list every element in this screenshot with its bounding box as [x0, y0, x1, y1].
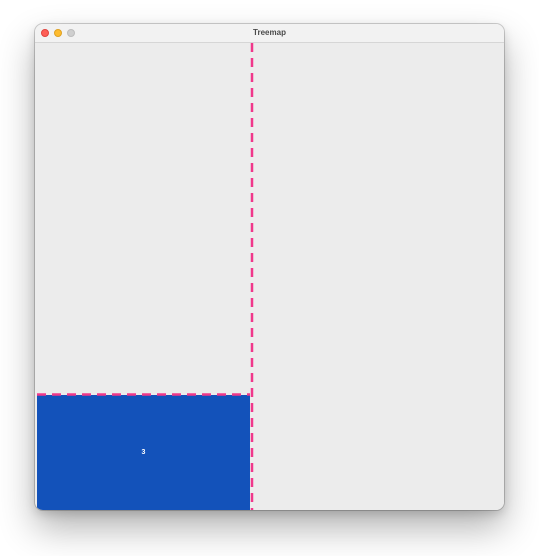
treemap-tile-label: 3: [141, 449, 146, 456]
treemap-canvas: 3: [35, 43, 504, 510]
window-title: Treemap: [253, 28, 286, 37]
treemap-tile[interactable]: 3: [37, 395, 250, 510]
title-bar[interactable]: Treemap: [35, 24, 504, 43]
treemap-window: Treemap 3: [35, 24, 504, 510]
